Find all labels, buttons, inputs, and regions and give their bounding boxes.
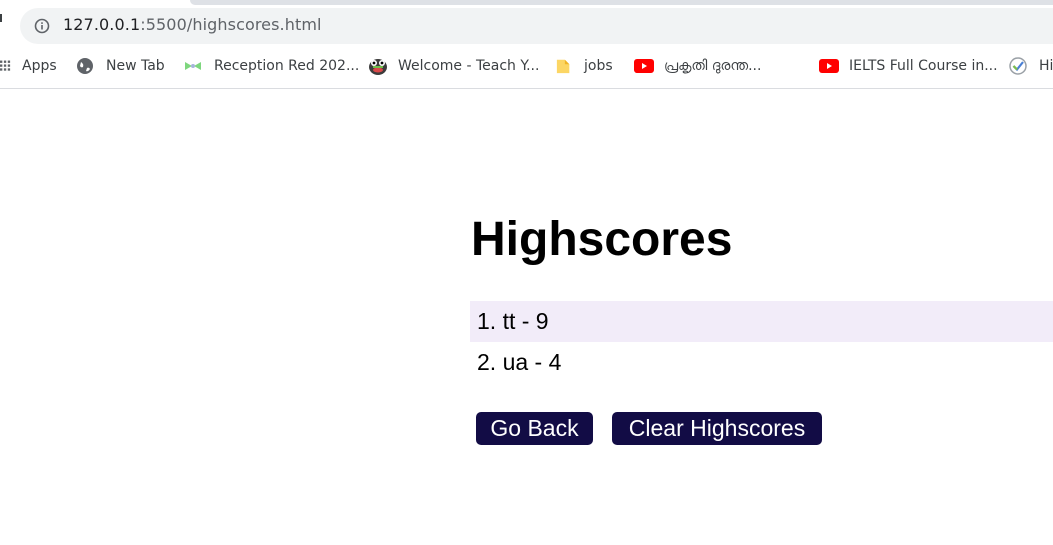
apps-grid-icon: [0, 60, 11, 71]
bookmark-label: Reception Red 202...: [214, 58, 360, 74]
youtube-icon: [819, 59, 839, 73]
score-item: 1. tt - 9: [470, 301, 1053, 342]
bookmark-ielts[interactable]: IELTS Full Course in...: [819, 50, 998, 82]
bookmark-new-tab[interactable]: New Tab: [76, 50, 165, 82]
clear-highscores-button[interactable]: Clear Highscores: [612, 412, 822, 445]
bookmark-label: Welcome - Teach Y...: [398, 58, 540, 74]
bookmark-apps[interactable]: Apps: [0, 50, 57, 82]
url-text[interactable]: 127.0.0.1:5500/highscores.html: [63, 15, 322, 34]
bookmark-prakrithi[interactable]: പ്രകൃതി ദുരന്ത...: [634, 50, 761, 82]
bookmark-label: Apps: [22, 58, 57, 74]
bookmark-jobs[interactable]: jobs: [556, 50, 613, 82]
bookmark-label: New Tab: [106, 58, 165, 74]
url-path: :5500/highscores.html: [140, 15, 322, 34]
highscores-list: 1. tt - 9 2. ua - 4: [470, 301, 1053, 383]
frog-icon: [369, 59, 387, 75]
active-tab-edge[interactable]: [190, 0, 1053, 5]
bookmark-welcome-teach[interactable]: Welcome - Teach Y...: [368, 50, 539, 82]
score-item: 2. ua - 4: [477, 349, 562, 375]
url-host: 127.0.0.1: [63, 15, 141, 34]
toolbar-divider: [0, 88, 1053, 89]
bookmark-label: IELTS Full Course in...: [849, 58, 998, 74]
bookmark-label: Hi: [1039, 58, 1053, 74]
window-edge-mark: [0, 14, 2, 22]
bookmark-reception-red[interactable]: Reception Red 202...: [184, 50, 359, 82]
bookmarks-bar: Apps New Tab Reception Red 202... Welcom…: [0, 50, 1053, 82]
check-icon: [1009, 57, 1027, 75]
bookmark-label: jobs: [584, 58, 613, 74]
folder-icon: [556, 59, 570, 74]
bow-icon: [185, 62, 201, 70]
bookmark-label: പ്രകൃതി ദുരന്ത...: [664, 58, 762, 74]
bookmark-hi[interactable]: Hi: [1009, 50, 1053, 82]
info-icon[interactable]: [34, 18, 50, 34]
go-back-button[interactable]: Go Back: [476, 412, 593, 445]
globe-icon: [77, 58, 93, 74]
page-title: Highscores: [471, 213, 733, 266]
youtube-icon: [634, 59, 654, 73]
